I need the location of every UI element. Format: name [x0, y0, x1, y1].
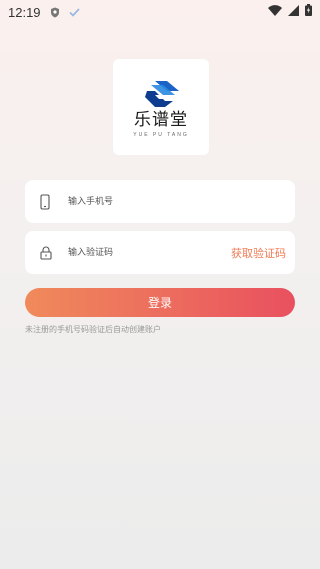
phone-field[interactable]	[25, 180, 295, 223]
logo-title: 乐谱堂	[134, 110, 188, 130]
lock-icon	[40, 231, 52, 274]
shield-icon	[49, 6, 61, 18]
signal-icon	[288, 3, 299, 21]
logo-card: 乐谱堂 YUE PU TANG	[113, 59, 209, 155]
status-right	[268, 3, 312, 21]
status-time: 12:19	[8, 4, 41, 20]
battery-icon	[305, 3, 312, 21]
auto-register-tip: 未注册的手机号码验证后自动创建账户	[25, 325, 161, 334]
get-code-button[interactable]: 获取验证码	[231, 231, 286, 274]
check-icon	[69, 6, 81, 18]
wifi-icon	[268, 3, 282, 21]
phone-icon	[40, 180, 50, 223]
phone-input[interactable]	[68, 180, 228, 223]
logo-mark-icon	[145, 81, 179, 107]
status-bar: 12:19	[0, 0, 320, 24]
login-button[interactable]: 登录	[25, 288, 295, 317]
code-field[interactable]: 获取验证码	[25, 231, 295, 274]
code-input[interactable]	[68, 231, 228, 274]
logo-subtitle: YUE PU TANG	[133, 132, 189, 138]
